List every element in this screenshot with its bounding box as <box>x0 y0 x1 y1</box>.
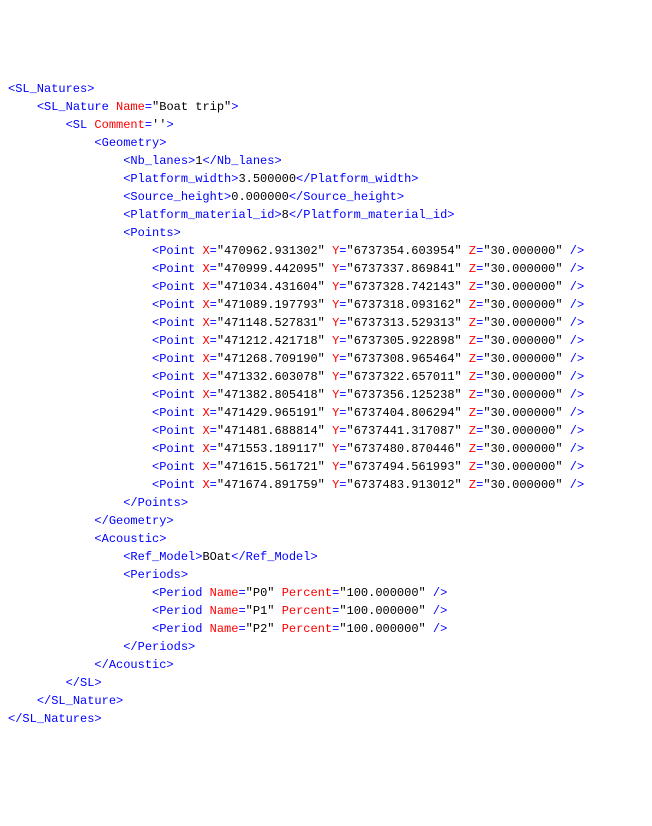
xml-source: <SL_Natures> <SL_Nature Name="Boat trip"… <box>8 80 644 728</box>
